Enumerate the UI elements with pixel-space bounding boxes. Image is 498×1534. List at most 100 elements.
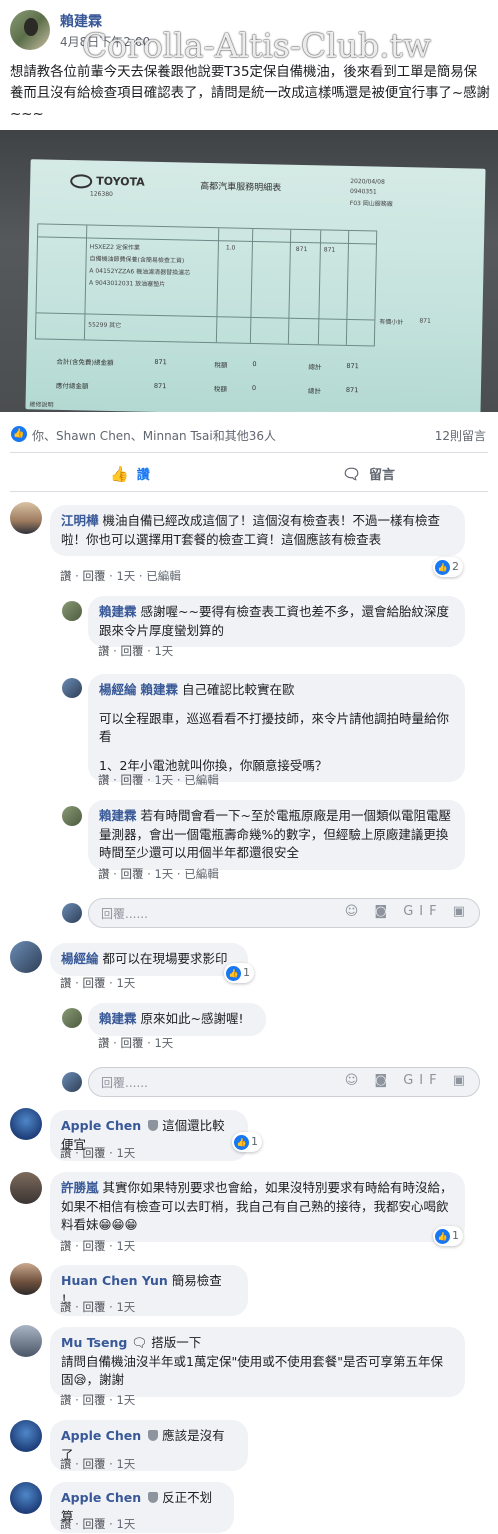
comment-reply-link[interactable]: 回覆 — [82, 1146, 105, 1160]
reply-tools-icon[interactable]: ☺ ◙ GIF ▣ — [345, 904, 471, 919]
receipt-mileage: 126380 — [89, 190, 113, 198]
commenter-name[interactable]: 賴建霖 — [99, 604, 137, 619]
comment-reactions[interactable]: 👍 2 — [433, 557, 463, 577]
comment-reply-link[interactable]: 回覆 — [82, 976, 105, 990]
comment-reply-link[interactable]: 回覆 — [120, 867, 143, 881]
comment-like-link[interactable]: 讚 — [60, 1146, 72, 1160]
commenter-name[interactable]: Apple Chen — [61, 1428, 141, 1443]
reply-tools-icon[interactable]: ☺ ◙ GIF ▣ — [345, 1073, 471, 1088]
comment-reply-link[interactable]: 回覆 — [82, 1300, 105, 1314]
commenter-avatar[interactable] — [62, 601, 82, 621]
comment-like-link[interactable]: 讚 — [98, 773, 110, 787]
service-receipt: TOYOTA 高都汽車服務明細表 2020/04/08 0940351 F03 … — [25, 159, 486, 412]
commenter-avatar[interactable] — [10, 1325, 42, 1357]
comment-like-link[interactable]: 讚 — [98, 1036, 110, 1050]
comment-like-link[interactable]: 讚 — [60, 1457, 72, 1471]
comment-time[interactable]: 1天 — [154, 1036, 173, 1050]
author-avatar[interactable] — [10, 10, 50, 50]
comment-time[interactable]: 1天 — [116, 1300, 135, 1314]
comment-like-link[interactable]: 讚 — [60, 1393, 72, 1407]
commenter-avatar[interactable] — [10, 1172, 42, 1204]
comment-bubble: 賴建霖 原來如此~感謝喔! — [88, 1003, 266, 1036]
comment-reply-link[interactable]: 回覆 — [82, 1457, 105, 1471]
commenter-avatar[interactable] — [10, 1263, 42, 1295]
comment-meta: 讚 · 回覆 · 1天 — [60, 1146, 136, 1160]
comment-reply-link[interactable]: 回覆 — [82, 1393, 105, 1407]
comment-count[interactable]: 12則留言 — [435, 427, 486, 444]
comment-text: 若有時間會看一下~至於電瓶原廠是用一個類似電阻電壓量測器，會出一個電瓶壽命幾%的… — [99, 808, 451, 860]
comment-like-link[interactable]: 讚 — [98, 644, 110, 658]
comment-like-link[interactable]: 讚 — [98, 867, 110, 881]
comment-time[interactable]: 1天 — [154, 867, 173, 881]
like-reaction-icon: 👍 — [435, 1228, 450, 1244]
my-avatar — [62, 1072, 82, 1092]
comment-time[interactable]: 1天 — [116, 1517, 135, 1531]
comment-like-link[interactable]: 讚 — [60, 1300, 72, 1314]
commenter-name[interactable]: 楊經綸 — [61, 951, 99, 966]
comment-reactions[interactable]: 👍 1 — [232, 1132, 262, 1152]
comment-text: 自己確認比較實在歐 — [182, 682, 295, 697]
comment-meta: 讚 · 回覆 · 1天 — [60, 1239, 136, 1253]
receipt-order-no: 0940351 — [349, 187, 377, 196]
toyota-logo: TOYOTA — [70, 174, 145, 190]
shield-icon — [148, 1120, 159, 1131]
comment-time[interactable]: 1天 — [116, 569, 135, 583]
mentioned-user[interactable]: 賴建霖 — [141, 682, 179, 697]
like-reaction-icon: 👍 — [226, 965, 241, 981]
post-photo[interactable]: TOYOTA 高都汽車服務明細表 2020/04/08 0940351 F03 … — [0, 130, 498, 412]
commenter-avatar[interactable] — [62, 678, 82, 698]
comment-time[interactable]: 1天 — [116, 1393, 135, 1407]
comment-like-link[interactable]: 讚 — [60, 976, 72, 990]
commenter-name[interactable]: 賴建霖 — [99, 808, 137, 823]
commenter-name[interactable]: Mu Tseng — [61, 1335, 127, 1350]
comment-meta: 讚 · 回覆 · 1天 — [60, 1517, 136, 1531]
commenter-name[interactable]: 許勝嵐 — [61, 1180, 99, 1195]
receipt-total: 871 — [154, 357, 167, 367]
commenter-name[interactable]: Huan Chen Yun — [61, 1273, 168, 1288]
comment-bubble: 賴建霖 若有時間會看一下~至於電瓶原廠是用一個類似電阻電壓量測器，會出一個電瓶壽命… — [88, 800, 465, 870]
comment-reactions[interactable]: 👍 1 — [433, 1226, 463, 1246]
commenter-avatar[interactable] — [62, 806, 82, 826]
receipt-grand: 871 — [346, 361, 359, 371]
commenter-name[interactable]: 賴建霖 — [99, 1011, 137, 1026]
commenter-avatar[interactable] — [10, 502, 42, 534]
reply-input[interactable]: 回覆...... ☺ ◙ GIF ▣ — [88, 898, 480, 928]
comment-meta: 讚 · 回覆 · 1天 — [60, 1457, 136, 1471]
receipt-pay-label: 應付總金額 — [55, 381, 89, 391]
reply-input[interactable]: 回覆...... ☺ ◙ GIF ▣ — [88, 1067, 480, 1097]
comment-time[interactable]: 1天 — [116, 1457, 135, 1471]
commenter-avatar[interactable] — [10, 1108, 42, 1140]
commenter-name[interactable]: Apple Chen — [61, 1490, 141, 1505]
commenter-name[interactable]: 江明樺 — [61, 513, 99, 528]
comment-like-link[interactable]: 讚 — [60, 569, 72, 583]
comment-time[interactable]: 1天 — [154, 644, 173, 658]
commenter-avatar[interactable] — [10, 1420, 42, 1452]
commenter-name[interactable]: Apple Chen — [61, 1118, 141, 1133]
receipt-footer: 維修說明 — [29, 401, 54, 409]
comment-button[interactable]: 🗨 留言 — [342, 464, 395, 483]
comment-reply-link[interactable]: 回覆 — [120, 644, 143, 658]
comment-reply-link[interactable]: 回覆 — [82, 569, 105, 583]
comment-reply-link[interactable]: 回覆 — [82, 1239, 105, 1253]
comment-time[interactable]: 1天 — [116, 1146, 135, 1160]
chat-badge-icon: 🗨 — [131, 1335, 148, 1350]
commenter-name[interactable]: 楊經綸 — [99, 682, 137, 697]
comment-like-link[interactable]: 讚 — [60, 1239, 72, 1253]
comment-time[interactable]: 1天 — [116, 1239, 135, 1253]
like-button[interactable]: 👍 讚 — [110, 464, 150, 483]
reaction-names[interactable]: 你、Shawn Chen、Minnan Tsai和其他36人 — [32, 427, 276, 444]
receipt-grand-label: 總計 — [308, 363, 322, 372]
comment-time[interactable]: 1天 — [116, 976, 135, 990]
commenter-avatar[interactable] — [10, 941, 42, 973]
comment-reply-link[interactable]: 回覆 — [120, 773, 143, 787]
comment-reply-link[interactable]: 回覆 — [120, 1036, 143, 1050]
comment-time[interactable]: 1天 — [154, 773, 173, 787]
comment-reactions[interactable]: 👍 1 — [224, 963, 254, 983]
comment-reply-link[interactable]: 回覆 — [82, 1517, 105, 1531]
comment-like-link[interactable]: 讚 — [60, 1517, 72, 1531]
receipt-row3: A 04152YZZA6 機油濾清器替換濾芯 — [89, 267, 191, 277]
commenter-avatar[interactable] — [62, 1008, 82, 1028]
commenter-avatar[interactable] — [10, 1482, 42, 1514]
receipt-pay-grand-label: 總計 — [307, 387, 321, 396]
watermark: Corolla-Altis-Club.tw — [82, 26, 432, 65]
